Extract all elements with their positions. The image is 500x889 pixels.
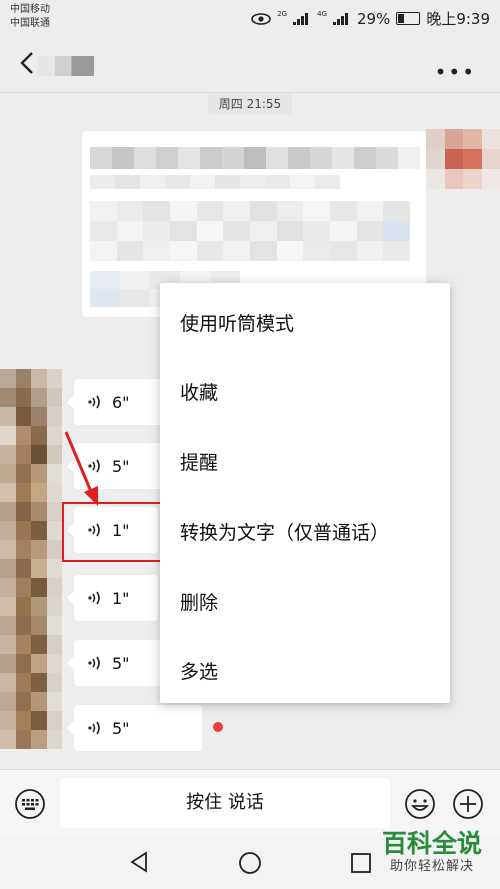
- menu-item-earpiece-mode[interactable]: 使用听筒模式: [180, 309, 294, 336]
- annotation-arrow: [64, 431, 98, 506]
- battery-icon: [396, 12, 421, 25]
- message-timestamp: 周四 21:55: [208, 94, 292, 114]
- carrier-1: 中国移动: [10, 4, 50, 15]
- menu-item-delete[interactable]: 删除: [180, 588, 218, 615]
- voice-wave-icon: [88, 395, 100, 409]
- unread-dot: [213, 722, 223, 732]
- voice-wave-icon: [88, 591, 100, 605]
- sender-avatar-blurred: [426, 129, 500, 189]
- highlight-box: [62, 502, 164, 562]
- hold-to-talk-button[interactable]: 按住 说话: [60, 778, 390, 828]
- voice-duration: 6": [112, 392, 130, 412]
- system-nav-bar: 百科全说 助你轻松解决: [0, 829, 500, 889]
- title-bar: •••: [0, 36, 500, 93]
- carrier-2: 中国联通: [10, 18, 50, 29]
- voice-message-5[interactable]: 5": [67, 640, 164, 686]
- status-right: 2G 4G 29% 晚上9:39: [251, 8, 490, 29]
- chat-area[interactable]: 周四 21:55 6" 5" 1" 1" 5" 5" 使用听筒模式 收藏 提醒 …: [0, 93, 500, 769]
- nav-recents-icon[interactable]: [350, 852, 372, 874]
- signal-icon-1: [293, 12, 311, 25]
- card-body-mosaic: [90, 201, 410, 261]
- battery-percent: 29%: [356, 9, 391, 28]
- more-options-icon[interactable]: •••: [435, 60, 476, 84]
- voice-duration: 5": [112, 456, 130, 476]
- input-bar: 按住 说话: [0, 769, 500, 836]
- voice-message-6[interactable]: 5": [67, 705, 202, 751]
- contact-name-blurred: [38, 56, 94, 76]
- menu-item-multi-select[interactable]: 多选: [180, 657, 218, 684]
- card-line-mosaic: [90, 175, 340, 189]
- plus-icon[interactable]: [452, 788, 484, 820]
- menu-item-convert-to-text[interactable]: 转换为文字（仅普通话）: [180, 518, 389, 545]
- receiver-avatar-blurred: [0, 369, 62, 755]
- watermark: 百科全说 助你轻松解决: [374, 829, 490, 875]
- context-menu: 使用听筒模式 收藏 提醒 转换为文字（仅普通话） 删除 多选: [160, 283, 450, 703]
- menu-item-remind[interactable]: 提醒: [180, 448, 218, 475]
- nav-home-icon[interactable]: [238, 851, 262, 875]
- voice-message-1[interactable]: 6": [67, 379, 164, 425]
- clock: 晚上9:39: [426, 10, 490, 28]
- watermark-main: 百科全说: [381, 829, 482, 858]
- card-title-mosaic: [90, 147, 420, 169]
- keyboard-icon[interactable]: [14, 788, 46, 820]
- watermark-sub: 助你轻松解决: [389, 859, 474, 874]
- voice-duration: 5": [112, 718, 130, 738]
- eye-icon: [251, 12, 271, 25]
- status-bar: 中国移动 中国联通 2G 4G 29% 晚上9:39: [0, 0, 500, 36]
- voice-wave-icon: [88, 721, 100, 735]
- menu-item-favorite[interactable]: 收藏: [180, 378, 218, 405]
- signal-icon-2: [332, 12, 351, 25]
- voice-duration: 5": [112, 653, 130, 673]
- network-label-1: 2G: [277, 9, 288, 18]
- nav-back-icon[interactable]: [128, 851, 150, 873]
- network-label-2: 4G: [317, 9, 327, 18]
- voice-duration: 1": [112, 588, 130, 608]
- voice-wave-icon: [88, 656, 100, 670]
- emoji-icon[interactable]: [404, 788, 436, 820]
- voice-message-4[interactable]: 1": [67, 575, 158, 621]
